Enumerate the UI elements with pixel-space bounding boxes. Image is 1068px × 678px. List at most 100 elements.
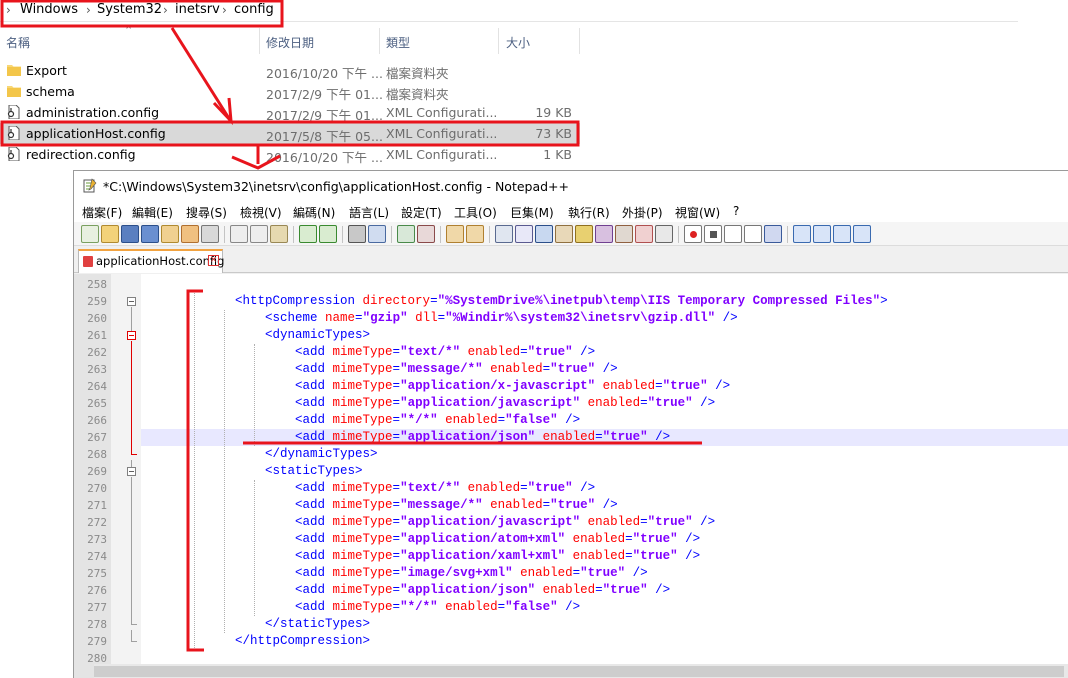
menu-language[interactable]: 語言(L) <box>349 204 389 221</box>
breadcrumb-item-config[interactable]: config <box>234 2 274 17</box>
code-line[interactable]: <add mimeType="application/xaml+xml" ena… <box>205 549 700 563</box>
file-row[interactable]: redirection.config 2016/10/20 下午 ... XML… <box>0 144 580 165</box>
save-macro-icon[interactable] <box>764 225 782 243</box>
code-line[interactable]: <add mimeType="message/*" enabled="true"… <box>205 498 618 512</box>
column-divider[interactable] <box>498 28 499 54</box>
column-divider[interactable] <box>379 28 380 54</box>
column-header-type[interactable]: 類型 <box>386 34 410 51</box>
code-line[interactable]: <add mimeType="application/json" enabled… <box>205 583 670 597</box>
menu-help[interactable]: ? <box>733 204 739 218</box>
sync-horizontal-icon[interactable] <box>466 225 484 243</box>
code-line[interactable]: </staticTypes> <box>205 617 370 631</box>
file-row[interactable]: schema 2017/2/9 下午 01... 檔案資料夾 <box>0 81 580 102</box>
chevron-right-icon[interactable]: › <box>6 3 11 17</box>
close-all-icon[interactable] <box>181 225 199 243</box>
redo-icon[interactable] <box>319 225 337 243</box>
word-wrap-icon[interactable] <box>495 225 513 243</box>
sync-vertical-icon[interactable] <box>446 225 464 243</box>
play-macro-icon[interactable] <box>724 225 742 243</box>
menu-edit[interactable]: 編輯(E) <box>132 204 173 221</box>
code-line[interactable]: <add mimeType="application/atom+xml" ena… <box>205 532 700 546</box>
menu-plugins[interactable]: 外掛(P) <box>622 204 663 221</box>
menu-settings[interactable]: 設定(T) <box>401 204 442 221</box>
menu-search[interactable]: 搜尋(S) <box>186 204 227 221</box>
eye-icon[interactable] <box>655 225 673 243</box>
scrollbar-thumb[interactable] <box>94 666 1064 677</box>
menu-file[interactable]: 檔案(F) <box>82 204 122 221</box>
language-define-icon[interactable] <box>555 225 573 243</box>
code-line[interactable]: </httpCompression> <box>205 634 370 648</box>
breadcrumb-item-inetsrv[interactable]: inetsrv <box>175 2 220 17</box>
close-tab-icon[interactable]: × <box>208 255 219 266</box>
breadcrumb-item-system32[interactable]: System32 <box>97 2 162 17</box>
stop-macro-icon[interactable] <box>704 225 722 243</box>
open-file-icon[interactable] <box>101 225 119 243</box>
code-line[interactable]: <staticTypes> <box>205 464 363 478</box>
code-line[interactable]: <httpCompression directory="%SystemDrive… <box>205 294 888 308</box>
fold-collapse-icon[interactable] <box>127 297 136 306</box>
chevron-right-icon[interactable]: › <box>222 3 227 17</box>
fold-margin[interactable] <box>111 274 141 678</box>
horizontal-scrollbar[interactable] <box>94 664 1068 678</box>
chevron-right-icon[interactable]: › <box>163 3 168 17</box>
menu-window[interactable]: 視窗(W) <box>675 204 720 221</box>
unfold-all-icon[interactable] <box>853 225 871 243</box>
column-divider[interactable] <box>579 28 580 54</box>
code-line[interactable]: <add mimeType="image/svg+xml" enabled="t… <box>205 566 648 580</box>
cut-icon[interactable] <box>230 225 248 243</box>
arrow-up-icon[interactable] <box>813 225 831 243</box>
column-divider[interactable] <box>259 28 260 54</box>
file-row[interactable]: administration.config 2017/2/9 下午 01... … <box>0 102 580 123</box>
file-row-selected[interactable]: applicationHost.config 2017/5/8 下午 05...… <box>0 123 580 144</box>
run-macro-multiple-icon[interactable] <box>744 225 762 243</box>
code-editor[interactable]: 258 259 260 261 262 263 264 265 266 267 268 269 270 2… <box>74 274 1068 678</box>
code-line[interactable]: <add mimeType="application/json" enabled… <box>205 430 670 444</box>
new-file-icon[interactable] <box>81 225 99 243</box>
menu-tools[interactable]: 工具(O) <box>454 204 497 221</box>
arrow-down-icon[interactable] <box>833 225 851 243</box>
zoom-in-icon[interactable] <box>397 225 415 243</box>
print-icon[interactable] <box>201 225 219 243</box>
record-macro-icon[interactable] <box>684 225 702 243</box>
monitoring-icon[interactable] <box>635 225 653 243</box>
column-header-name[interactable]: 名稱 <box>6 34 30 51</box>
find-icon[interactable] <box>348 225 366 243</box>
function-list-icon[interactable] <box>595 225 613 243</box>
copy-icon[interactable] <box>250 225 268 243</box>
code-line[interactable]: <add mimeType="*/*" enabled="false" /> <box>205 413 580 427</box>
menu-view[interactable]: 檢視(V) <box>240 204 282 221</box>
save-all-icon[interactable] <box>141 225 159 243</box>
code-line[interactable]: <add mimeType="application/x-javascript"… <box>205 379 730 393</box>
save-icon[interactable] <box>121 225 139 243</box>
code-line[interactable]: <add mimeType="application/javascript" e… <box>205 515 715 529</box>
replace-icon[interactable] <box>368 225 386 243</box>
chevron-right-icon[interactable]: › <box>86 3 91 17</box>
code-line[interactable]: <scheme name="gzip" dll="%Windir%\system… <box>205 311 738 325</box>
paste-icon[interactable] <box>270 225 288 243</box>
code-line[interactable]: <add mimeType="message/*" enabled="true"… <box>205 362 618 376</box>
breadcrumb-item-windows[interactable]: Windows <box>20 2 78 17</box>
tab-applicationhost-config[interactable]: applicationHost.config × <box>78 249 224 273</box>
file-row[interactable]: Export 2016/10/20 下午 ... 檔案資料夾 <box>0 60 580 81</box>
undo-icon[interactable] <box>299 225 317 243</box>
code-line[interactable]: </dynamicTypes> <box>205 447 378 461</box>
breadcrumb[interactable]: › Windows › System32 › inetsrv › config <box>0 0 1018 22</box>
code-line[interactable]: <dynamicTypes> <box>205 328 370 342</box>
fold-collapse-icon[interactable] <box>127 467 136 476</box>
code-line[interactable]: <add mimeType="*/*" enabled="false" /> <box>205 600 580 614</box>
menu-encoding[interactable]: 編碼(N) <box>293 204 335 221</box>
column-header-size[interactable]: 大小 <box>506 34 530 51</box>
zoom-out-icon[interactable] <box>417 225 435 243</box>
indent-guide-icon[interactable] <box>535 225 553 243</box>
fold-all-icon[interactable] <box>793 225 811 243</box>
close-file-icon[interactable] <box>161 225 179 243</box>
menu-run[interactable]: 執行(R) <box>568 204 610 221</box>
document-map-icon[interactable] <box>575 225 593 243</box>
fold-collapse-icon[interactable] <box>127 331 136 340</box>
code-line[interactable]: <add mimeType="text/*" enabled="true" /> <box>205 345 595 359</box>
folder-as-workspace-icon[interactable] <box>615 225 633 243</box>
code-line[interactable]: <add mimeType="application/javascript" e… <box>205 396 715 410</box>
code-line[interactable]: <add mimeType="text/*" enabled="true" /> <box>205 481 595 495</box>
column-header-date[interactable]: 修改日期 <box>266 34 314 51</box>
show-all-characters-icon[interactable] <box>515 225 533 243</box>
